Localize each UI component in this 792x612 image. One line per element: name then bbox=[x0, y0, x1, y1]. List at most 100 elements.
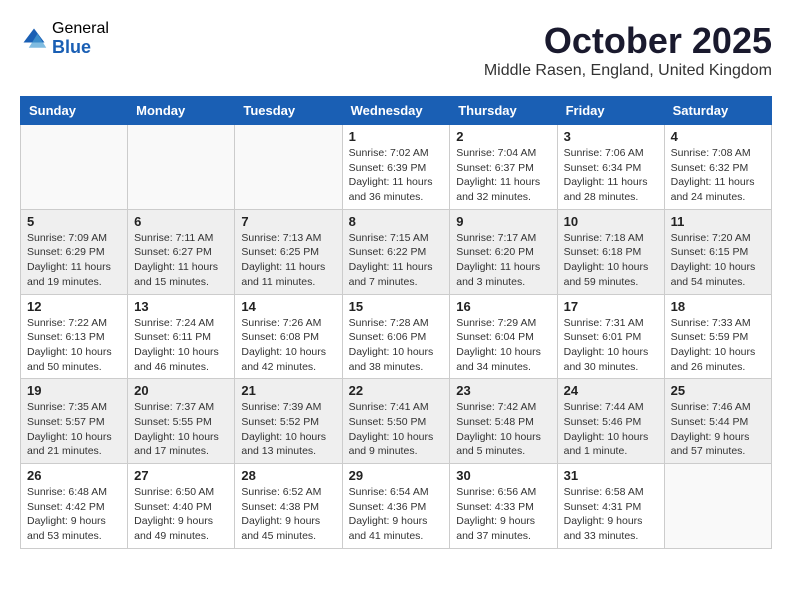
calendar-cell bbox=[128, 125, 235, 210]
day-number: 14 bbox=[241, 299, 335, 314]
calendar-cell bbox=[235, 125, 342, 210]
day-info: Sunrise: 7:29 AM Sunset: 6:04 PM Dayligh… bbox=[456, 316, 550, 375]
calendar-cell: 16 Sunrise: 7:29 AM Sunset: 6:04 PM Dayli… bbox=[450, 294, 557, 379]
header-thursday: Thursday bbox=[450, 97, 557, 125]
day-number: 1 bbox=[349, 129, 444, 144]
day-number: 19 bbox=[27, 383, 121, 398]
calendar-cell: 11 Sunrise: 7:20 AM Sunset: 6:15 PM Dayli… bbox=[664, 209, 771, 294]
day-info: Sunrise: 7:28 AM Sunset: 6:06 PM Dayligh… bbox=[349, 316, 444, 375]
day-info: Sunrise: 7:08 AM Sunset: 6:32 PM Dayligh… bbox=[671, 146, 765, 205]
day-info: Sunrise: 7:20 AM Sunset: 6:15 PM Dayligh… bbox=[671, 231, 765, 290]
calendar-cell: 6 Sunrise: 7:11 AM Sunset: 6:27 PM Daylig… bbox=[128, 209, 235, 294]
logo-blue: Blue bbox=[52, 38, 109, 58]
day-number: 26 bbox=[27, 468, 121, 483]
calendar-cell: 13Sunrise: 7:24 AM Sunset: 6:11 PM Dayli… bbox=[128, 294, 235, 379]
day-info: Sunrise: 7:31 AM Sunset: 6:01 PM Dayligh… bbox=[564, 316, 658, 375]
calendar-cell: 12 Sunrise: 7:22 AM Sunset: 6:13 PM Dayli… bbox=[21, 294, 128, 379]
calendar-cell: 3 Sunrise: 7:06 AM Sunset: 6:34 PM Daylig… bbox=[557, 125, 664, 210]
calendar-week-row: 12 Sunrise: 7:22 AM Sunset: 6:13 PM Dayli… bbox=[21, 294, 772, 379]
calendar-cell: 1 Sunrise: 7:02 AM Sunset: 6:39 PM Daylig… bbox=[342, 125, 450, 210]
calendar-week-row: 5 Sunrise: 7:09 AM Sunset: 6:29 PM Daylig… bbox=[21, 209, 772, 294]
day-number: 24 bbox=[564, 383, 658, 398]
day-info: Sunrise: 6:50 AM Sunset: 4:40 PM Dayligh… bbox=[134, 485, 228, 544]
calendar-cell: 29Sunrise: 6:54 AM Sunset: 4:36 PM Dayli… bbox=[342, 464, 450, 549]
day-info: Sunrise: 6:48 AM Sunset: 4:42 PM Dayligh… bbox=[27, 485, 121, 544]
calendar-cell: 23 Sunrise: 7:42 AM Sunset: 5:48 PM Dayli… bbox=[450, 379, 557, 464]
calendar-cell: 21Sunrise: 7:39 AM Sunset: 5:52 PM Dayli… bbox=[235, 379, 342, 464]
calendar-cell: 7 Sunrise: 7:13 AM Sunset: 6:25 PM Daylig… bbox=[235, 209, 342, 294]
day-info: Sunrise: 7:06 AM Sunset: 6:34 PM Dayligh… bbox=[564, 146, 658, 205]
day-number: 3 bbox=[564, 129, 658, 144]
day-info: Sunrise: 7:22 AM Sunset: 6:13 PM Dayligh… bbox=[27, 316, 121, 375]
calendar-cell: 2 Sunrise: 7:04 AM Sunset: 6:37 PM Daylig… bbox=[450, 125, 557, 210]
calendar-cell: 22 Sunrise: 7:41 AM Sunset: 5:50 PM Dayli… bbox=[342, 379, 450, 464]
calendar-cell: 25Sunrise: 7:46 AM Sunset: 5:44 PM Dayli… bbox=[664, 379, 771, 464]
calendar-cell: 15 Sunrise: 7:28 AM Sunset: 6:06 PM Dayli… bbox=[342, 294, 450, 379]
header-friday: Friday bbox=[557, 97, 664, 125]
calendar-cell: 31Sunrise: 6:58 AM Sunset: 4:31 PM Dayli… bbox=[557, 464, 664, 549]
logo-text: General Blue bbox=[52, 20, 109, 57]
day-info: Sunrise: 6:52 AM Sunset: 4:38 PM Dayligh… bbox=[241, 485, 335, 544]
day-number: 18 bbox=[671, 299, 765, 314]
day-number: 5 bbox=[27, 214, 121, 229]
calendar-cell: 17 Sunrise: 7:31 AM Sunset: 6:01 PM Dayli… bbox=[557, 294, 664, 379]
day-number: 11 bbox=[671, 214, 765, 229]
day-number: 23 bbox=[456, 383, 550, 398]
day-info: Sunrise: 6:56 AM Sunset: 4:33 PM Dayligh… bbox=[456, 485, 550, 544]
day-info: Sunrise: 7:33 AM Sunset: 5:59 PM Dayligh… bbox=[671, 316, 765, 375]
day-info: Sunrise: 7:18 AM Sunset: 6:18 PM Dayligh… bbox=[564, 231, 658, 290]
day-number: 16 bbox=[456, 299, 550, 314]
day-number: 17 bbox=[564, 299, 658, 314]
day-info: Sunrise: 7:11 AM Sunset: 6:27 PM Dayligh… bbox=[134, 231, 228, 290]
logo: General Blue bbox=[20, 20, 109, 57]
header-wednesday: Wednesday bbox=[342, 97, 450, 125]
calendar-cell: 4 Sunrise: 7:08 AM Sunset: 6:32 PM Daylig… bbox=[664, 125, 771, 210]
day-number: 10 bbox=[564, 214, 658, 229]
day-info: Sunrise: 7:02 AM Sunset: 6:39 PM Dayligh… bbox=[349, 146, 444, 205]
day-number: 6 bbox=[134, 214, 228, 229]
day-number: 12 bbox=[27, 299, 121, 314]
day-number: 13 bbox=[134, 299, 228, 314]
calendar-cell: 5 Sunrise: 7:09 AM Sunset: 6:29 PM Daylig… bbox=[21, 209, 128, 294]
header-sunday: Sunday bbox=[21, 97, 128, 125]
day-info: Sunrise: 7:44 AM Sunset: 5:46 PM Dayligh… bbox=[564, 400, 658, 459]
day-info: Sunrise: 7:13 AM Sunset: 6:25 PM Dayligh… bbox=[241, 231, 335, 290]
logo-icon bbox=[20, 25, 48, 53]
day-number: 7 bbox=[241, 214, 335, 229]
day-number: 22 bbox=[349, 383, 444, 398]
header-tuesday: Tuesday bbox=[235, 97, 342, 125]
day-number: 20 bbox=[134, 383, 228, 398]
calendar-cell: 18 Sunrise: 7:33 AM Sunset: 5:59 PM Dayli… bbox=[664, 294, 771, 379]
page-header: General Blue October 2025 Middle Rasen, … bbox=[20, 20, 772, 80]
day-info: Sunrise: 7:04 AM Sunset: 6:37 PM Dayligh… bbox=[456, 146, 550, 205]
day-info: Sunrise: 7:35 AM Sunset: 5:57 PM Dayligh… bbox=[27, 400, 121, 459]
day-info: Sunrise: 6:58 AM Sunset: 4:31 PM Dayligh… bbox=[564, 485, 658, 544]
day-number: 4 bbox=[671, 129, 765, 144]
day-number: 2 bbox=[456, 129, 550, 144]
day-number: 30 bbox=[456, 468, 550, 483]
calendar-cell: 28 Sunrise: 6:52 AM Sunset: 4:38 PM Dayli… bbox=[235, 464, 342, 549]
day-info: Sunrise: 7:42 AM Sunset: 5:48 PM Dayligh… bbox=[456, 400, 550, 459]
header-monday: Monday bbox=[128, 97, 235, 125]
calendar-cell: 20Sunrise: 7:37 AM Sunset: 5:55 PM Dayli… bbox=[128, 379, 235, 464]
calendar-cell: 30 Sunrise: 6:56 AM Sunset: 4:33 PM Dayli… bbox=[450, 464, 557, 549]
day-info: Sunrise: 6:54 AM Sunset: 4:36 PM Dayligh… bbox=[349, 485, 444, 544]
day-number: 8 bbox=[349, 214, 444, 229]
calendar-cell: 9Sunrise: 7:17 AM Sunset: 6:20 PM Daylig… bbox=[450, 209, 557, 294]
day-info: Sunrise: 7:09 AM Sunset: 6:29 PM Dayligh… bbox=[27, 231, 121, 290]
title-block: October 2025 Middle Rasen, England, Unit… bbox=[484, 20, 772, 80]
calendar-cell: 14Sunrise: 7:26 AM Sunset: 6:08 PM Dayli… bbox=[235, 294, 342, 379]
location: Middle Rasen, England, United Kingdom bbox=[484, 62, 772, 80]
header-saturday: Saturday bbox=[664, 97, 771, 125]
month-title: October 2025 bbox=[484, 20, 772, 62]
day-info: Sunrise: 7:41 AM Sunset: 5:50 PM Dayligh… bbox=[349, 400, 444, 459]
day-number: 25 bbox=[671, 383, 765, 398]
day-info: Sunrise: 7:15 AM Sunset: 6:22 PM Dayligh… bbox=[349, 231, 444, 290]
day-number: 15 bbox=[349, 299, 444, 314]
logo-general: General bbox=[52, 20, 109, 38]
calendar-week-row: 26 Sunrise: 6:48 AM Sunset: 4:42 PM Dayli… bbox=[21, 464, 772, 549]
calendar-cell: 27Sunrise: 6:50 AM Sunset: 4:40 PM Dayli… bbox=[128, 464, 235, 549]
day-number: 28 bbox=[241, 468, 335, 483]
calendar-cell: 26 Sunrise: 6:48 AM Sunset: 4:42 PM Dayli… bbox=[21, 464, 128, 549]
calendar-week-row: 19 Sunrise: 7:35 AM Sunset: 5:57 PM Dayli… bbox=[21, 379, 772, 464]
